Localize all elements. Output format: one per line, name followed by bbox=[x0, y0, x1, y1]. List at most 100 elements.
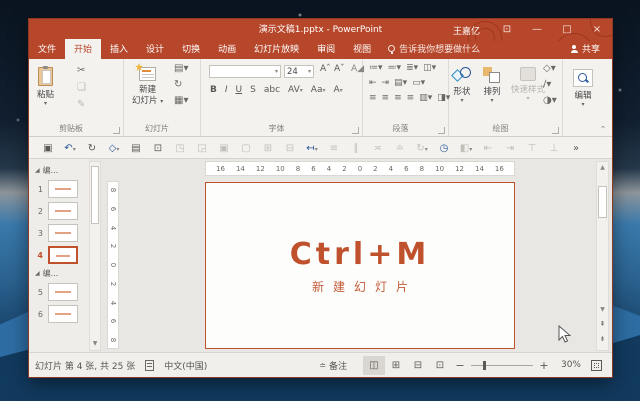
tab-插入[interactable]: 插入 bbox=[101, 39, 137, 59]
new-slide-button[interactable]: 新建 幻灯片 ▾ bbox=[132, 61, 163, 106]
language-status[interactable]: 中文(中国) bbox=[164, 359, 207, 372]
section-header[interactable]: ◢编... bbox=[35, 268, 89, 279]
tab-审阅[interactable]: 审阅 bbox=[308, 39, 344, 59]
dialog-launcher-icon[interactable] bbox=[552, 127, 559, 134]
collapse-ribbon-icon[interactable]: ⌃ bbox=[600, 125, 606, 133]
paste-button[interactable]: 粘贴 ▾ bbox=[37, 61, 54, 106]
text-direction-icon[interactable]: ◫▾ bbox=[423, 62, 436, 74]
shadow-button[interactable]: S bbox=[247, 85, 259, 95]
shape-fill-icon[interactable]: ◇▾ bbox=[543, 63, 557, 75]
shapes-icon[interactable]: ◇▾ bbox=[103, 143, 125, 154]
slide-layout-icon[interactable]: ▤ bbox=[125, 143, 147, 154]
slide-title-text[interactable]: Ctrl+M bbox=[290, 237, 430, 272]
next-slide-button[interactable]: ⇟ bbox=[597, 333, 608, 346]
slide-thumbnail-1[interactable]: 1 bbox=[35, 180, 89, 198]
panel-scroll-down-icon[interactable]: ▼ bbox=[91, 340, 99, 350]
zoom-slider[interactable] bbox=[471, 365, 533, 366]
close-button[interactable]: × bbox=[582, 19, 612, 41]
arrange-button[interactable]: 排列 ▾ bbox=[483, 61, 501, 103]
shape-effects-icon[interactable]: ◑▾ bbox=[543, 95, 557, 107]
maximize-button[interactable]: □ bbox=[552, 19, 582, 41]
minimize-button[interactable]: — bbox=[522, 19, 552, 41]
shapes-button[interactable]: 形状 ▾ bbox=[453, 61, 471, 103]
user-name[interactable]: 王嘉亿 bbox=[441, 24, 492, 37]
slide-thumbnail-2[interactable]: 2 bbox=[35, 202, 89, 220]
vertical-scrollbar[interactable]: ▲ ▼ ⇞ ⇟ bbox=[596, 161, 609, 351]
numbering-icon[interactable]: ≕▾ bbox=[388, 62, 402, 74]
animation-painter-icon[interactable]: ◷ bbox=[433, 143, 455, 154]
section-header[interactable]: ◢编... bbox=[35, 165, 89, 176]
tab-设计[interactable]: 设计 bbox=[137, 39, 173, 59]
change-case-button[interactable]: Aa▾ bbox=[308, 85, 329, 95]
underline-button[interactable]: U bbox=[233, 85, 246, 95]
shape-outline-icon[interactable]: ∕▾ bbox=[543, 79, 557, 91]
strikethrough-button[interactable]: abc bbox=[261, 85, 283, 95]
tab-幻灯片放映[interactable]: 幻灯片放映 bbox=[245, 39, 308, 59]
slide-layout-icon[interactable]: ▤▾ bbox=[174, 63, 188, 75]
slide-thumbnail-5[interactable]: 5 bbox=[35, 283, 89, 301]
align-text-icon[interactable]: ▤▾ bbox=[394, 77, 407, 89]
tab-动画[interactable]: 动画 bbox=[209, 39, 245, 59]
save-icon[interactable]: ▣ bbox=[37, 143, 59, 154]
dialog-launcher-icon[interactable] bbox=[438, 127, 445, 134]
zoom-in-button[interactable]: + bbox=[537, 359, 551, 372]
dialog-launcher-icon[interactable] bbox=[352, 127, 359, 134]
normal-view-icon[interactable]: ◫ bbox=[363, 356, 385, 375]
scroll-down-icon[interactable]: ▼ bbox=[597, 304, 608, 315]
char-spacing-button[interactable]: AV▾ bbox=[285, 85, 306, 95]
bullets-icon[interactable]: ≔▾ bbox=[369, 62, 383, 74]
italic-button[interactable]: I bbox=[222, 85, 231, 95]
align-right-icon[interactable]: ≡ bbox=[394, 92, 402, 104]
indent-decrease-icon[interactable]: ⇤ bbox=[369, 77, 377, 89]
convert-smartart-icon[interactable]: ▭▾ bbox=[412, 77, 425, 89]
cut-icon[interactable]: ✂ bbox=[77, 65, 86, 77]
redo-icon[interactable]: ↻ bbox=[81, 143, 103, 154]
slide-subtitle-text[interactable]: 新建幻灯片 bbox=[303, 278, 417, 295]
bold-button[interactable]: B bbox=[207, 85, 220, 95]
font-size-combo[interactable]: 24▾ bbox=[284, 65, 314, 78]
start-slideshow-icon[interactable]: ⊡ bbox=[147, 143, 169, 154]
spell-check-icon[interactable] bbox=[145, 360, 154, 371]
notes-button[interactable]: ≐ 备注 bbox=[319, 359, 347, 372]
copy-icon[interactable]: ❏ bbox=[77, 82, 86, 94]
section-icon[interactable]: ▦▾ bbox=[174, 95, 188, 107]
slide-number-status[interactable]: 幻灯片 第 4 张, 共 25 张 bbox=[35, 359, 135, 372]
tab-开始[interactable]: 开始 bbox=[65, 39, 101, 59]
tab-切换[interactable]: 切换 bbox=[173, 39, 209, 59]
justify-icon[interactable]: ≡ bbox=[407, 92, 415, 104]
align-center-icon[interactable]: ≡ bbox=[382, 92, 390, 104]
slide-sorter-icon[interactable]: ⊞ bbox=[385, 356, 407, 375]
columns-icon[interactable]: ▥▾ bbox=[419, 92, 432, 104]
line-spacing-icon[interactable]: ≣▾ bbox=[406, 62, 418, 74]
previous-slide-button[interactable]: ⇞ bbox=[597, 318, 608, 331]
panel-scrollbar[interactable]: ▼ bbox=[89, 161, 101, 351]
tab-视图[interactable]: 视图 bbox=[344, 39, 380, 59]
font-color-button[interactable]: A▾ bbox=[330, 85, 345, 95]
font-name-combo[interactable]: ▾ bbox=[209, 65, 281, 78]
reset-slide-icon[interactable]: ↻ bbox=[174, 79, 188, 91]
undo-icon[interactable]: ↶▾ bbox=[59, 143, 81, 154]
dialog-launcher-icon[interactable] bbox=[113, 127, 120, 134]
zoom-level[interactable]: 30% bbox=[553, 360, 581, 370]
scroll-up-icon[interactable]: ▲ bbox=[597, 162, 608, 173]
paste-format-icon[interactable]: ↤▾ bbox=[301, 143, 323, 154]
tell-me-box[interactable]: 告诉我你想要做什么 bbox=[380, 39, 488, 59]
format-painter-icon[interactable]: ✎ bbox=[77, 99, 86, 111]
more-commands-icon[interactable]: » bbox=[565, 143, 587, 154]
slideshow-icon[interactable]: ⊡ bbox=[429, 356, 451, 375]
zoom-slider-thumb[interactable] bbox=[483, 361, 486, 370]
editing-button[interactable]: 编辑 ▾ bbox=[573, 63, 593, 107]
slide-thumbnail-3[interactable]: 3 bbox=[35, 224, 89, 242]
shrink-font-button[interactable]: Aˇ bbox=[331, 64, 348, 74]
align-left-icon[interactable]: ≡ bbox=[369, 92, 377, 104]
fit-to-window-icon[interactable] bbox=[591, 360, 602, 371]
tab-文件[interactable]: 文件 bbox=[29, 39, 65, 59]
reading-view-icon[interactable]: ⊟ bbox=[407, 356, 429, 375]
scrollbar-thumb[interactable] bbox=[598, 186, 607, 218]
quick-styles-button[interactable]: 快速样式 ▾ bbox=[511, 61, 545, 101]
ribbon-display-options-icon[interactable]: ⊡ bbox=[492, 19, 522, 41]
zoom-out-button[interactable]: − bbox=[453, 359, 467, 372]
slide-thumbnail-4[interactable]: 4 bbox=[35, 246, 89, 264]
panel-scrollbar-thumb[interactable] bbox=[91, 166, 99, 224]
slide-canvas[interactable]: Ctrl+M 新建幻灯片 bbox=[205, 182, 515, 349]
